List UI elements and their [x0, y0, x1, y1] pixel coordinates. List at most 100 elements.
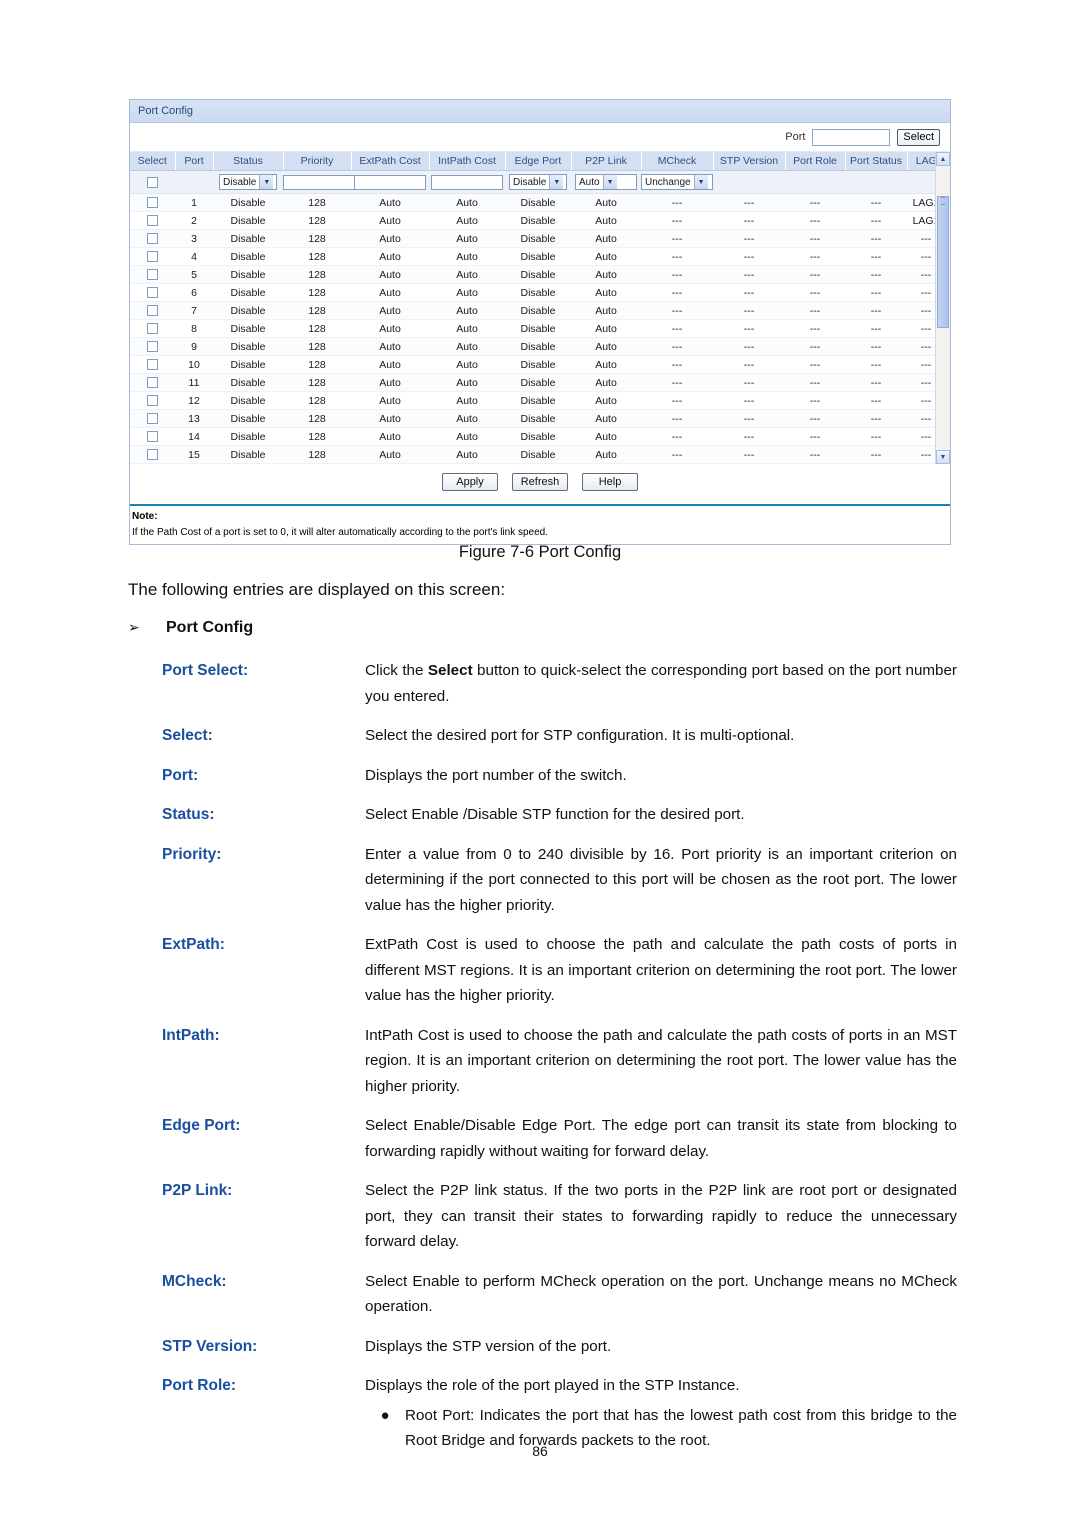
- definition-term: Port:: [162, 766, 199, 784]
- row-checkbox[interactable]: [147, 323, 158, 335]
- row-select-cell[interactable]: [130, 427, 175, 446]
- definition-term: P2P Link:: [162, 1182, 233, 1199]
- cell-port-role: ---: [785, 445, 845, 464]
- cell-p2p: Auto: [571, 337, 641, 356]
- row-select-cell[interactable]: [130, 409, 175, 428]
- scroll-up-icon[interactable]: ▲: [936, 152, 950, 166]
- cell-port: 8: [175, 319, 213, 338]
- cell-mcheck: ---: [641, 391, 713, 410]
- select-all-cell[interactable]: [130, 170, 175, 194]
- row-select-cell[interactable]: [130, 229, 175, 248]
- cell-status: Disable: [213, 337, 283, 356]
- definition-edge-port: Edge Port: Select Enable/Disable Edge Po…: [162, 1113, 957, 1164]
- row-select-cell[interactable]: [130, 373, 175, 392]
- cell-intpath: Auto: [429, 193, 505, 212]
- row-select-cell[interactable]: [130, 193, 175, 212]
- row-checkbox[interactable]: [147, 359, 158, 371]
- cell-extpath: Auto: [351, 283, 429, 302]
- apply-button[interactable]: Apply: [442, 473, 498, 491]
- cell-port: 4: [175, 247, 213, 266]
- col-extpath-cost: ExtPath Cost: [351, 152, 430, 171]
- bulk-mcheck-cell: Unchange ▼: [641, 170, 713, 194]
- table-row: 3 Disable 128 Auto Auto Disable Auto --- --- --- -…: [130, 229, 945, 248]
- scroll-down-icon[interactable]: ▼: [936, 450, 950, 464]
- cell-mcheck: ---: [641, 445, 713, 464]
- cell-extpath: Auto: [351, 355, 429, 374]
- row-checkbox[interactable]: [147, 449, 158, 461]
- cell-intpath: Auto: [429, 229, 505, 248]
- row-select-cell[interactable]: [130, 391, 175, 410]
- row-select-cell[interactable]: [130, 445, 175, 464]
- select-button[interactable]: Select: [897, 128, 940, 146]
- cell-mcheck: ---: [641, 355, 713, 374]
- cell-extpath: Auto: [351, 445, 429, 464]
- mcheck-dropdown[interactable]: Unchange ▼: [641, 174, 713, 190]
- cell-priority: 128: [283, 337, 351, 356]
- cell-port-status: ---: [845, 427, 907, 446]
- bulk-status-cell: Disable ▼: [213, 170, 283, 194]
- row-checkbox[interactable]: [147, 197, 158, 209]
- status-dropdown[interactable]: Disable ▼: [219, 174, 277, 190]
- cell-extpath: Auto: [351, 337, 429, 356]
- row-select-cell[interactable]: [130, 265, 175, 284]
- row-checkbox[interactable]: [147, 269, 158, 281]
- select-all-checkbox[interactable]: [147, 176, 158, 188]
- row-select-cell[interactable]: [130, 211, 175, 230]
- definition-description: Displays the STP version of the port.: [365, 1337, 612, 1355]
- definition-term: Status:: [162, 806, 215, 823]
- table-row: 10 Disable 128 Auto Auto Disable Auto --- --- ---…: [130, 355, 945, 374]
- cell-extpath: Auto: [351, 211, 429, 230]
- row-select-cell[interactable]: [130, 301, 175, 320]
- definition-term: Priority:: [162, 845, 222, 863]
- row-checkbox[interactable]: [147, 377, 158, 389]
- row-checkbox[interactable]: [147, 341, 158, 353]
- row-select-cell[interactable]: [130, 283, 175, 302]
- port-input[interactable]: [812, 128, 891, 146]
- cell-intpath: Auto: [429, 283, 505, 302]
- definition-port-role: Port Role: Displays the role of the port…: [162, 1373, 957, 1454]
- cell-status: Disable: [213, 409, 283, 428]
- row-checkbox[interactable]: [147, 305, 158, 317]
- extpath-cost-input[interactable]: [354, 174, 426, 190]
- row-select-cell[interactable]: [130, 247, 175, 266]
- col-port-role: Port Role: [785, 152, 846, 171]
- intpath-cost-input[interactable]: [431, 174, 503, 190]
- edge-port-dropdown[interactable]: Disable ▼: [509, 174, 567, 190]
- cell-extpath: Auto: [351, 193, 429, 212]
- figure-caption: Figure 7-6 Port Config: [458, 543, 622, 561]
- cell-port: 10: [175, 355, 213, 374]
- cell-port: 7: [175, 301, 213, 320]
- row-select-cell[interactable]: [130, 337, 175, 356]
- table-row: 6 Disable 128 Auto Auto Disable Auto --- --- --- -…: [130, 283, 945, 302]
- row-checkbox[interactable]: [147, 251, 158, 263]
- cell-extpath: Auto: [351, 319, 429, 338]
- p2p-link-dropdown[interactable]: Auto ▼: [575, 174, 637, 190]
- cell-p2p: Auto: [571, 247, 641, 266]
- row-checkbox[interactable]: [147, 287, 158, 299]
- priority-input[interactable]: [283, 174, 355, 190]
- refresh-button[interactable]: Refresh: [512, 473, 568, 491]
- cell-stp-version: ---: [713, 427, 785, 446]
- table-vertical-scrollbar[interactable]: ▲ ▼: [935, 152, 950, 464]
- row-select-cell[interactable]: [130, 355, 175, 374]
- chevron-down-icon: ▼: [549, 175, 564, 189]
- row-checkbox[interactable]: [147, 215, 158, 227]
- definition-term: STP Version:: [162, 1337, 258, 1355]
- bulk-edit-row: Disable ▼ Disable ▼ Auto ▼ Unchange ▼: [130, 170, 945, 194]
- port-config-table: Select Port Status Priority ExtPath Cost…: [130, 152, 945, 464]
- cell-port: 9: [175, 337, 213, 356]
- row-checkbox[interactable]: [147, 395, 158, 407]
- definition-term: IntPath:: [162, 1026, 220, 1044]
- row-checkbox[interactable]: [147, 431, 158, 443]
- row-checkbox[interactable]: [147, 413, 158, 425]
- row-select-cell[interactable]: [130, 319, 175, 338]
- scrollbar-thumb[interactable]: [937, 196, 949, 328]
- cell-intpath: Auto: [429, 265, 505, 284]
- help-button[interactable]: Help: [582, 473, 638, 491]
- cell-mcheck: ---: [641, 427, 713, 446]
- col-p2p-link: P2P Link: [571, 152, 642, 171]
- cell-port-role: ---: [785, 337, 845, 356]
- row-checkbox[interactable]: [147, 233, 158, 245]
- cell-priority: 128: [283, 265, 351, 284]
- cell-priority: 128: [283, 373, 351, 392]
